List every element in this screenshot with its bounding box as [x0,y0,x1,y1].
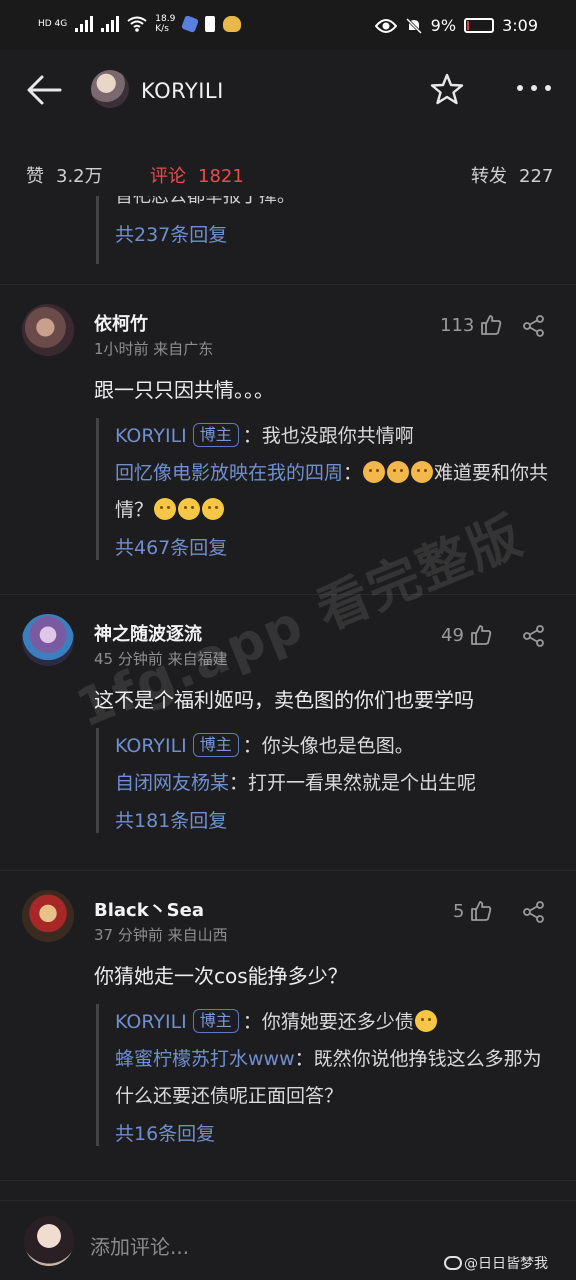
battery-icon [464,18,495,33]
author-name[interactable]: KORYILI [141,79,224,103]
blogger-badge: 博主 [192,733,239,757]
reply-author[interactable]: KORYILI [115,1011,187,1033]
share-icon[interactable] [522,314,546,338]
app-icon [181,15,200,33]
reposts-label: 转发 [471,166,507,187]
comment-input[interactable]: 添加评论... [90,1231,189,1260]
comment-meta: 37 分钟前 来自山西 [94,926,228,944]
more-replies-link[interactable]: 共181条回复 [115,806,555,833]
thumbs-up-icon [481,315,502,335]
commenter-avatar[interactable] [22,614,74,666]
reposts-count: 227 [519,166,554,187]
share-icon[interactable] [522,624,546,648]
reply-line: 蜂蜜柠檬苏打水www：既然你说他挣钱这么多那为什么还要还债呢正面回答？ [115,1041,555,1115]
comment-text: 你猜她走一次cos能挣多少？ [94,964,348,988]
reply-line: KORYILI 博主 ：你头像也是色图。 [115,728,555,765]
reply-author[interactable]: KORYILI [115,425,187,447]
like-count: 5 [453,900,465,922]
eye-icon [374,18,397,33]
smile-emoji-icon [414,1010,437,1032]
like-count: 113 [440,314,475,336]
mute-bell-icon [405,17,422,34]
wow-emoji-icon [363,461,386,483]
battery-percent: 9% [430,16,457,35]
author-avatar[interactable] [91,70,129,108]
weibo-logo-icon [444,1256,462,1270]
reply-thread: 皆祀忍公都举报丁撵。 共237条回复 [96,196,295,264]
reply-text: ： [343,462,363,484]
comments-label: 评论 [150,166,186,187]
wow-emoji-icon [411,461,434,483]
commenter-avatar[interactable] [22,890,74,942]
reply-line: KORYILI 博主 ：我也没跟你共情啊 [115,418,555,455]
status-bar: HD 4G 18.9 K/s 9% 3:09 [0,0,576,50]
reply-author[interactable]: 回忆像电影放映在我的四周 [115,462,343,484]
smile-emoji-icon [202,498,225,520]
blogger-badge: 博主 [192,423,239,447]
blogger-badge: 博主 [192,1009,239,1033]
tab-reposts[interactable]: 转发 227 [471,162,553,188]
thumbs-up-icon [471,901,492,921]
reply-line: 自闭网友杨某：打开一看果然就是个出生呢 [115,765,555,802]
tab-comments[interactable]: 评论 1821 [150,162,244,188]
tab-likes[interactable]: 赞 3.2万 [26,162,103,188]
like-count: 49 [441,624,464,646]
reply-author[interactable]: 蜂蜜柠檬苏打水www [115,1048,295,1070]
like-button[interactable]: 49 [441,624,492,646]
signal-icon [75,16,94,32]
comments-count: 1821 [198,166,244,187]
more-replies-link[interactable]: 共16条回复 [115,1119,555,1146]
network-indicators: HD 4G 18.9 K/s [38,14,242,34]
reply-thread: KORYILI 博主 ：你猜她要还多少债 蜂蜜柠檬苏打水www：既然你说他挣钱这么多… [96,1004,555,1146]
wifi-icon [127,16,147,32]
clock: 3:09 [502,16,538,35]
reply-line: KORYILI 博主 ：你猜她要还多少债 [115,1004,555,1041]
thumbs-up-icon [471,625,492,645]
smile-emoji-icon [154,498,177,520]
reply-author[interactable]: 自闭网友杨某 [115,772,229,794]
commenter-avatar[interactable] [22,304,74,356]
divider [0,870,576,871]
star-icon[interactable] [430,72,464,106]
reply-author[interactable]: KORYILI [115,735,187,757]
stats-bar: 赞 3.2万 评论 1821 转发 227 [0,150,576,196]
back-arrow-icon[interactable] [24,72,64,108]
more-options-icon[interactable] [514,78,554,98]
reply-thread: KORYILI 博主 ：你头像也是色图。 自闭网友杨某：打开一看果然就是个出生呢 共… [96,728,555,833]
status-right: 9% 3:09 [374,16,538,35]
smile-emoji-icon [178,498,201,520]
comment-text: 跟一只只因共情。。。 [94,378,274,402]
bottom-bar: 添加评论... @日日皆梦我 [0,1200,576,1280]
signal-icon-2 [101,16,120,32]
network-speed: 18.9 K/s [155,14,176,34]
commenter-name[interactable]: Black丶Sea [94,896,204,922]
source-watermark: @日日皆梦我 [444,1253,548,1273]
likes-label: 赞 [26,166,44,187]
reply-text: ：你猜她要还多少债 [242,1011,414,1033]
like-button[interactable]: 113 [440,314,502,336]
clipped-reply-text: 皆祀忍公都举报丁撵。 [115,196,295,204]
divider [0,284,576,285]
network-label: HD 4G [38,19,68,29]
like-button[interactable]: 5 [453,900,492,922]
comment-meta: 1小时前 来自广东 [94,340,214,358]
wow-emoji-icon [387,461,410,483]
commenter-name[interactable]: 依柯竹 [94,310,148,336]
reply-text: ：我也没跟你共情啊 [242,425,414,447]
share-icon[interactable] [522,900,546,924]
source-handle: @日日皆梦我 [464,1256,548,1272]
likes-count: 3.2万 [56,166,103,187]
weibo-icon [223,16,242,32]
comment-item: Black丶Sea 37 分钟前 来自山西 5 你猜她走一次cos能挣多少？ K… [0,890,576,1180]
reply-text: ：打开一看果然就是个出生呢 [229,772,477,794]
more-replies-link[interactable]: 共237条回复 [115,220,295,247]
my-avatar[interactable] [24,1216,74,1266]
divider [0,1180,576,1181]
top-nav: KORYILI [0,50,576,130]
alert-icon [205,16,216,32]
reply-text: ：你头像也是色图。 [242,735,414,757]
